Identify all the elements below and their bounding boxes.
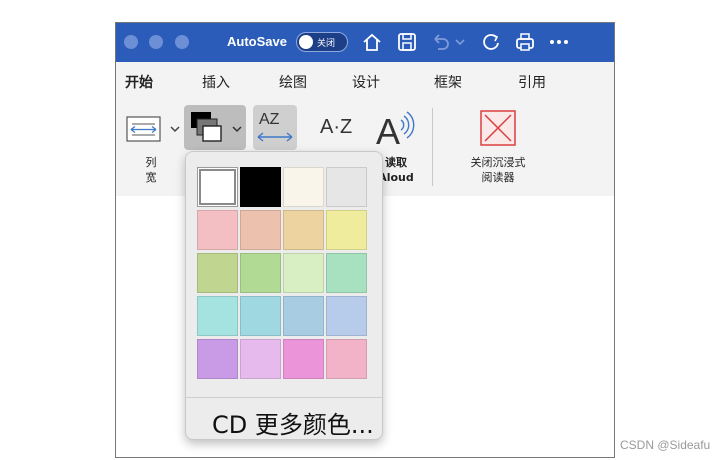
- color-swatch[interactable]: [326, 167, 367, 207]
- autosave-label: AutoSave: [227, 34, 287, 49]
- save-icon[interactable]: [396, 31, 418, 53]
- color-swatch[interactable]: [283, 167, 324, 207]
- ribbon-divider: [432, 108, 433, 186]
- tab-home[interactable]: 开始: [125, 72, 153, 92]
- color-swatch[interactable]: [197, 253, 238, 293]
- read-aloud-icon[interactable]: A: [374, 106, 416, 150]
- more-icon[interactable]: [548, 31, 570, 53]
- tab-references[interactable]: 引用: [518, 72, 546, 92]
- title-bar: AutoSave 关闭: [116, 23, 614, 62]
- color-swatch[interactable]: [240, 167, 281, 207]
- redo-icon[interactable]: [480, 31, 502, 53]
- close-window-button[interactable]: [124, 35, 138, 49]
- svg-text:A: A: [376, 111, 400, 150]
- autosave-toggle[interactable]: 关闭: [296, 32, 348, 52]
- chevron-down-icon: [232, 126, 242, 133]
- page-color-button[interactable]: [184, 105, 246, 150]
- color-swatch[interactable]: [240, 210, 281, 250]
- color-swatch-grid: [197, 167, 367, 379]
- color-swatch[interactable]: [197, 167, 238, 207]
- color-swatch[interactable]: [326, 339, 367, 379]
- text-spacing-button[interactable]: A·Z: [320, 116, 352, 139]
- color-swatch[interactable]: [326, 296, 367, 336]
- color-swatch[interactable]: [197, 339, 238, 379]
- undo-icon[interactable]: [429, 31, 451, 53]
- menu-bar: 开始 插入 绘图 设计 框架 引用: [116, 62, 614, 100]
- chevron-down-icon[interactable]: [454, 31, 466, 53]
- color-swatch[interactable]: [283, 339, 324, 379]
- toggle-knob: [299, 35, 313, 49]
- home-icon[interactable]: [361, 31, 383, 53]
- close-icon[interactable]: [480, 110, 516, 146]
- close-immersive-reader-label[interactable]: 关闭沉浸式 阅读器: [456, 155, 540, 185]
- syllables-label: AZ: [259, 111, 280, 128]
- syllables-button[interactable]: AZ: [253, 105, 297, 150]
- page-color-icon: [191, 112, 222, 142]
- print-icon[interactable]: [514, 31, 536, 53]
- page-color-popup: CD 更多颜色...: [185, 151, 383, 440]
- tab-insert[interactable]: 插入: [202, 72, 230, 92]
- color-swatch[interactable]: [326, 210, 367, 250]
- minimize-window-button[interactable]: [149, 35, 163, 49]
- color-swatch[interactable]: [283, 253, 324, 293]
- zoom-window-button[interactable]: [175, 35, 189, 49]
- color-swatch[interactable]: [240, 296, 281, 336]
- toggle-state-label: 关闭: [317, 39, 336, 49]
- column-width-icon[interactable]: [126, 114, 162, 144]
- color-swatch[interactable]: [240, 339, 281, 379]
- color-swatch[interactable]: [283, 210, 324, 250]
- double-arrow-icon: [257, 132, 293, 142]
- tab-design[interactable]: 设计: [352, 72, 380, 92]
- column-width-label: 列 宽: [145, 156, 157, 184]
- tab-frame[interactable]: 框架: [434, 72, 462, 92]
- color-swatch[interactable]: [283, 296, 324, 336]
- color-swatch[interactable]: [197, 210, 238, 250]
- popup-divider: [186, 397, 382, 398]
- color-swatch[interactable]: [326, 253, 367, 293]
- chevron-down-icon[interactable]: [170, 124, 180, 134]
- more-colors-button[interactable]: CD 更多颜色...: [212, 405, 374, 440]
- tab-draw[interactable]: 绘图: [279, 72, 307, 92]
- color-swatch[interactable]: [240, 253, 281, 293]
- watermark: CSDN @Sideafu: [620, 438, 711, 452]
- color-swatch[interactable]: [197, 296, 238, 336]
